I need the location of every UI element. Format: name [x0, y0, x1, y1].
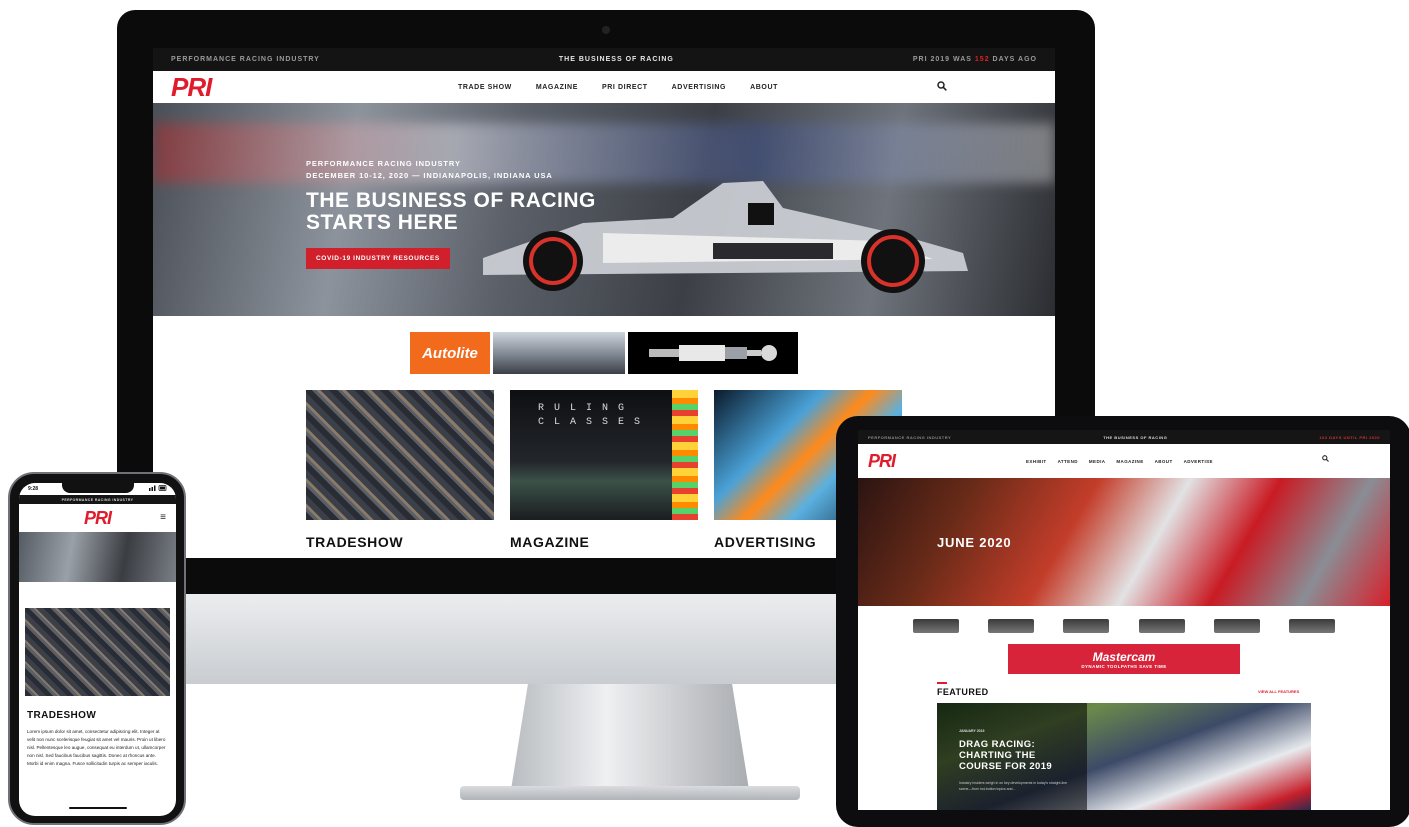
card-excerpt: Industry insiders weigh in on key develo… [959, 781, 1068, 791]
tablet-topbar-left: PERFORMANCE RACING INDUSTRY [868, 434, 952, 440]
mastercam-tagline: DYNAMIC TOOLPATHS SAVE TIME [1081, 663, 1167, 669]
countdown-suffix: DAYS AGO [992, 56, 1037, 63]
tile-title: MAGAZINE [510, 534, 590, 550]
ad-strip: Autolite [410, 332, 798, 374]
sponsor-logo[interactable] [1063, 619, 1110, 633]
nav-pri-direct[interactable]: PRI DIRECT [602, 84, 648, 91]
signal-battery-icon [149, 485, 167, 493]
imac-stand [510, 676, 750, 796]
tradeshow-photo [306, 390, 494, 520]
hero-banner: PERFORMANCE RACING INDUSTRY DECEMBER 10-… [153, 103, 1055, 316]
mastercam-ad[interactable]: Mastercam DYNAMIC TOOLPATHS SAVE TIME [1008, 644, 1240, 674]
nav-media[interactable]: MEDIA [1089, 459, 1106, 464]
featured-heading: FEATURED [937, 687, 989, 697]
search-icon[interactable] [937, 80, 947, 94]
desktop-navbar: PRI TRADE SHOW MAGAZINE PRI DIRECT ADVER… [153, 71, 1055, 103]
autolite-ad[interactable]: Autolite [410, 332, 490, 374]
tablet-hero-banner: JUNE 2020 [858, 478, 1390, 606]
desktop-topbar: PERFORMANCE RACING INDUSTRY THE BUSINESS… [153, 48, 1055, 71]
main-nav: TRADE SHOW MAGAZINE PRI DIRECT ADVERTISI… [458, 71, 778, 103]
phone-hero-banner [19, 532, 176, 582]
sponsor-logos [858, 606, 1390, 646]
sponsor-logo[interactable] [987, 619, 1034, 633]
sponsor-logo[interactable] [1289, 619, 1336, 633]
tablet-screen: PERFORMANCE RACING INDUSTRY THE BUSINESS… [858, 430, 1390, 810]
card-date: JANUARY 2019 [959, 729, 985, 733]
nav-advertise[interactable]: ADVERTISE [1184, 459, 1213, 464]
spark-plug-ad[interactable] [628, 332, 798, 374]
search-icon[interactable] [1322, 455, 1329, 464]
spark-plug-icon [649, 345, 777, 361]
pri-logo[interactable]: PRI [868, 451, 896, 472]
camera-icon [602, 26, 610, 34]
covid-resources-button[interactable]: COVID-19 INDUSTRY RESOURCES [306, 248, 450, 269]
phone-navbar: PRI ≡ [19, 504, 176, 532]
status-time: 9:28 [28, 486, 39, 492]
magazine-color-bars [672, 390, 698, 520]
card-title: DRAG RACING: CHARTING THE COURSE FOR 201… [959, 739, 1053, 772]
nav-attend[interactable]: ATTEND [1058, 459, 1078, 464]
nav-trade-show[interactable]: TRADE SHOW [458, 84, 512, 91]
sponsor-logo[interactable] [1138, 619, 1185, 633]
phone-topbar: PERFORMANCE RACING INDUSTRY [19, 495, 176, 504]
nav-magazine[interactable]: MAGAZINE [536, 84, 578, 91]
tablet-hero-title: JUNE 2020 [937, 535, 1012, 550]
phone-notch [62, 483, 134, 493]
hero-title: THE BUSINESS OF RACING STARTS HERE [306, 189, 596, 234]
phone-tile-title: TRADESHOW [27, 710, 97, 721]
nav-exhibit[interactable]: EXHIBIT [1026, 459, 1047, 464]
hamburger-menu-icon[interactable]: ≡ [160, 512, 166, 523]
mastercam-name: Mastercam [1092, 649, 1156, 664]
tablet-topbar-tagline: THE BUSINESS OF RACING [1103, 434, 1168, 440]
home-indicator[interactable] [69, 807, 127, 809]
tile-title: TRADESHOW [306, 534, 404, 550]
pri-logo[interactable]: PRI [84, 508, 112, 529]
tablet-topbar: PERFORMANCE RACING INDUSTRY THE BUSINESS… [858, 430, 1390, 444]
hero-dates: DECEMBER 10-12, 2020 — INDIANAPOLIS, IND… [306, 171, 553, 180]
phone-screen: 9:28 PERFORMANCE RACING INDUSTRY PRI ≡ T… [19, 483, 176, 816]
tablet-topbar-countdown: 163 DAYS UNTIL PRI 2020 [1319, 434, 1380, 440]
nav-advertising[interactable]: ADVERTISING [672, 84, 726, 91]
nav-about[interactable]: ABOUT [750, 84, 778, 91]
tablet-main-nav: EXHIBIT ATTEND MEDIA MAGAZINE ABOUT ADVE… [1026, 444, 1213, 478]
sponsor-logo[interactable] [1213, 619, 1260, 633]
phone-body-text: Lorem ipsum dolor sit amet, consectetur … [27, 729, 166, 766]
pri-logo[interactable]: PRI [171, 72, 212, 103]
countdown-days: 152 [974, 56, 990, 63]
hero-text: PERFORMANCE RACING INDUSTRY DECEMBER 10-… [306, 158, 636, 269]
vintage-car-ad[interactable] [493, 332, 625, 374]
tradeshow-photo[interactable] [25, 608, 170, 696]
view-all-features-link[interactable]: VIEW ALL FEATURES [1258, 689, 1299, 694]
topbar-countdown: PRI 2019 WAS 152 DAYS AGO [913, 56, 1037, 63]
topbar-left-text: PERFORMANCE RACING INDUSTRY [171, 56, 320, 63]
tile-magazine[interactable]: RULING CLASSES MAGAZINE [510, 390, 698, 550]
sponsor-logo[interactable] [912, 619, 959, 633]
hero-kicker: PERFORMANCE RACING INDUSTRY [306, 159, 461, 168]
magazine-photo: RULING CLASSES [510, 390, 698, 520]
countdown-prefix: PRI 2019 WAS [912, 56, 972, 63]
topbar-tagline: THE BUSINESS OF RACING [558, 56, 674, 63]
section-tiles: TRADESHOW RULING CLASSES MAGAZINE ADVERT… [306, 390, 902, 550]
tile-tradeshow[interactable]: TRADESHOW [306, 390, 494, 550]
featured-article-card[interactable]: JANUARY 2019 DRAG RACING: CHARTING THE C… [937, 703, 1311, 810]
nav-about[interactable]: ABOUT [1155, 459, 1173, 464]
nav-magazine[interactable]: MAGAZINE [1116, 459, 1143, 464]
featured-accent-rule [937, 682, 947, 684]
tablet-navbar: PRI EXHIBIT ATTEND MEDIA MAGAZINE ABOUT … [858, 444, 1390, 478]
imac-foot [460, 786, 800, 800]
